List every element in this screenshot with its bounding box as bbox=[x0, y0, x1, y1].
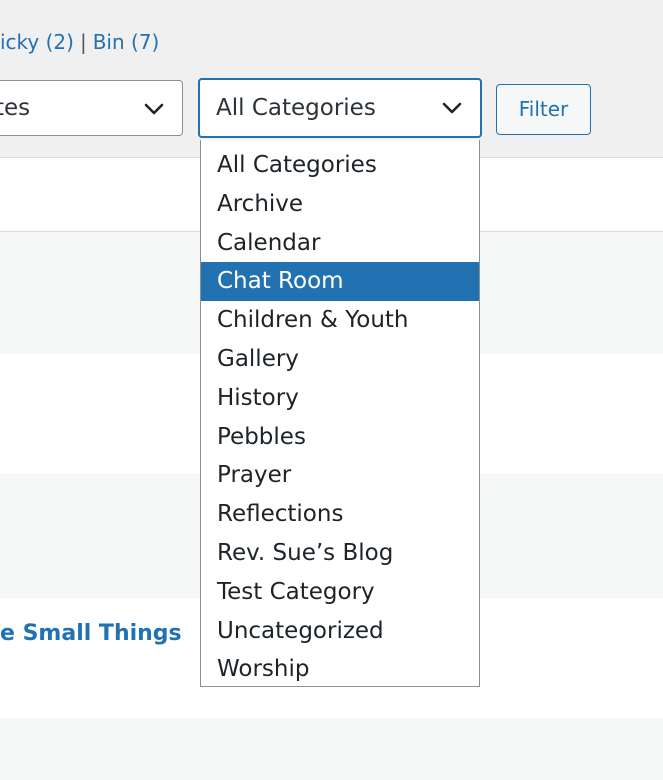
table-row bbox=[0, 718, 663, 780]
category-option-children-youth[interactable]: Children & Youth bbox=[201, 301, 479, 340]
category-option-calendar[interactable]: Calendar bbox=[201, 224, 479, 263]
category-option-uncategorized[interactable]: Uncategorized bbox=[201, 612, 479, 651]
category-option-prayer[interactable]: Prayer bbox=[201, 456, 479, 495]
category-option-test-category[interactable]: Test Category bbox=[201, 573, 479, 612]
sticky-link[interactable]: icky (2) bbox=[0, 30, 74, 54]
category-option-rev-sues-blog[interactable]: Rev. Sue’s Blog bbox=[201, 534, 479, 573]
separator: | bbox=[79, 30, 87, 54]
category-option-pebbles[interactable]: Pebbles bbox=[201, 418, 479, 457]
category-dropdown-list[interactable]: All Categories Archive Calendar Chat Roo… bbox=[200, 140, 480, 687]
category-filter-select[interactable]: All Categories bbox=[198, 78, 482, 138]
dates-filter-value: tes bbox=[0, 95, 31, 121]
status-links: icky (2) | Bin (7) bbox=[0, 30, 159, 54]
dates-filter-select[interactable]: tes bbox=[0, 80, 183, 136]
chevron-down-icon bbox=[442, 102, 462, 114]
category-filter-value: All Categories bbox=[216, 95, 376, 121]
filter-button[interactable]: Filter bbox=[496, 84, 591, 135]
category-option-worship[interactable]: Worship bbox=[201, 650, 479, 686]
category-option-all-categories[interactable]: All Categories bbox=[201, 146, 479, 185]
bin-link[interactable]: Bin (7) bbox=[93, 30, 160, 54]
category-option-archive[interactable]: Archive bbox=[201, 185, 479, 224]
category-option-reflections[interactable]: Reflections bbox=[201, 495, 479, 534]
category-option-history[interactable]: History bbox=[201, 379, 479, 418]
chevron-down-icon bbox=[144, 103, 164, 115]
post-title-link[interactable]: e Small Things bbox=[0, 621, 182, 646]
category-option-gallery[interactable]: Gallery bbox=[201, 340, 479, 379]
category-option-chat-room[interactable]: Chat Room bbox=[201, 262, 479, 302]
